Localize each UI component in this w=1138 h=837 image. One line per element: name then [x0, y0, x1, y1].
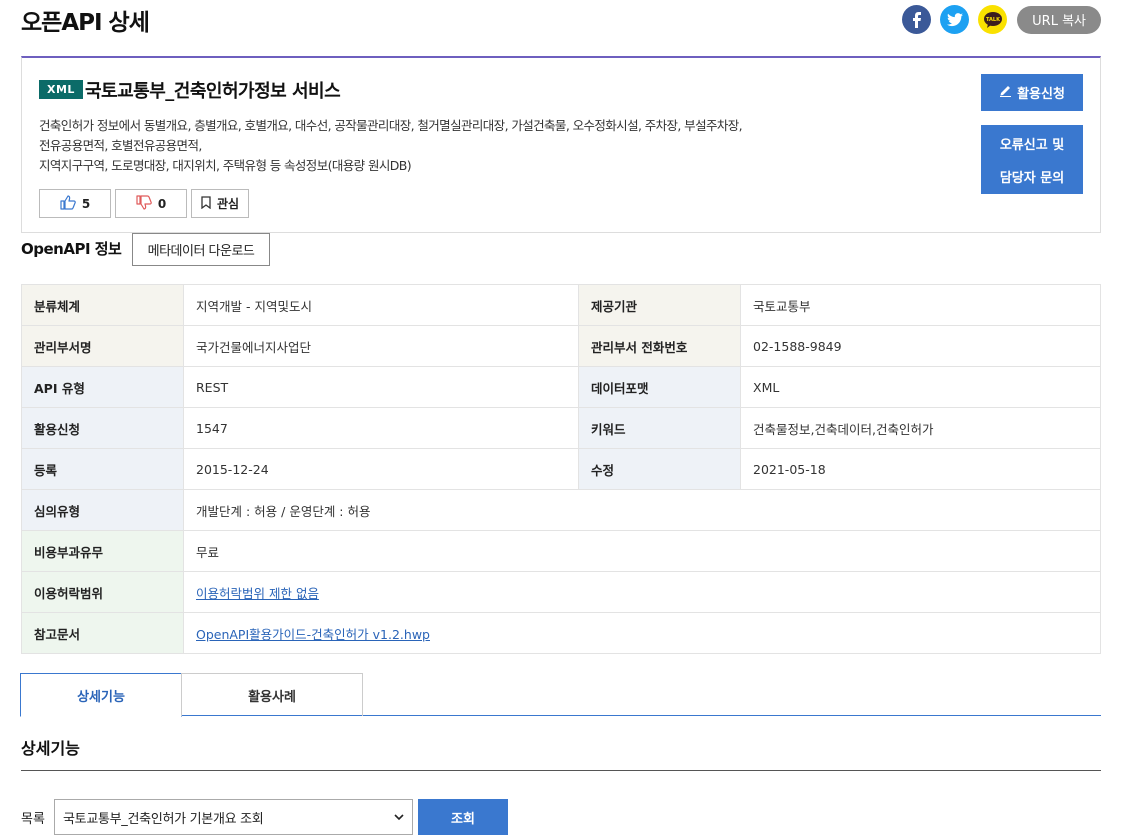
value-department-phone: 02-1588-9849 [740, 325, 1101, 367]
value-applications: 1547 [183, 407, 579, 449]
reaction-buttons: 5 0 관심 [39, 189, 249, 218]
page-title: 오픈API 상세 [21, 10, 150, 36]
value-api-type: REST [183, 366, 579, 408]
section-title: 상세기능 [21, 739, 80, 758]
bookmark-icon [201, 195, 211, 212]
description-line: 지역지구구역, 도로명대장, 대지위치, 주택유형 등 속성정보(대용량 원시D… [39, 158, 412, 173]
value-modified: 2021-05-18 [740, 448, 1101, 490]
table-row: API 유형 REST 데이터포맷 XML [21, 366, 1101, 408]
like-count: 5 [81, 196, 91, 211]
value-reference-cell: OpenAPI활용가이드-건축인허가 v1.2.hwp [183, 612, 1101, 654]
label-data-format: 데이터포맷 [578, 366, 741, 408]
table-row: 참고문서 OpenAPI활용가이드-건축인허가 v1.2.hwp [21, 612, 1101, 654]
operation-selected-value: 국토교통부_건축인허가 기본개요 조회 [63, 811, 264, 827]
twitter-icon[interactable] [940, 5, 970, 34]
format-badge: XML [39, 80, 83, 99]
label-modified: 수정 [578, 448, 741, 490]
value-license-cell: 이용허락범위 제한 없음 [183, 571, 1101, 613]
table-row: 비용부과유무 무료 [21, 530, 1101, 572]
label-review-type: 심의유형 [21, 489, 184, 531]
section-divider [21, 770, 1101, 771]
value-registered: 2015-12-24 [183, 448, 579, 490]
thumbs-up-icon [60, 194, 76, 213]
detail-tabs: 상세기능 활용사례 [20, 673, 1101, 717]
label-api-type: API 유형 [21, 366, 184, 408]
label-fee: 비용부과유무 [21, 530, 184, 572]
openapi-info-table: 분류체계 지역개발 - 지역및도시 제공기관 국토교통부 관리부서명 국가건물에… [21, 284, 1101, 654]
favorite-label: 관심 [216, 197, 240, 211]
value-category: 지역개발 - 지역및도시 [183, 284, 579, 326]
api-description: 건축인허가 정보에서 동별개요, 층별개요, 호별개요, 대수선, 공작물관리대… [39, 116, 879, 176]
like-button[interactable]: 5 [39, 189, 111, 218]
label-reference-doc: 참고문서 [21, 612, 184, 654]
query-button[interactable]: 조회 [418, 799, 508, 835]
value-provider: 국토교통부 [740, 284, 1101, 326]
url-copy-button[interactable]: URL 복사 [1017, 5, 1101, 34]
label-license: 이용허락범위 [21, 571, 184, 613]
description-line: 전유공용면적, 호별전유공용면적, [39, 138, 202, 153]
facebook-icon[interactable] [902, 5, 932, 34]
thumbs-down-icon [136, 194, 152, 213]
kakao-badge-text: TALK [986, 17, 1001, 23]
table-row: 심의유형 개발단계 : 허용 / 운영단계 : 허용 [21, 489, 1101, 531]
label-category: 분류체계 [21, 284, 184, 326]
description-line: 건축인허가 정보에서 동별개요, 층별개요, 호별개요, 대수선, 공작물관리대… [39, 118, 743, 133]
chevron-down-icon [394, 810, 404, 825]
report-label-line1: 오류신고 및 [999, 137, 1065, 153]
value-review-type: 개발단계 : 허용 / 운영단계 : 허용 [183, 489, 1101, 531]
label-provider: 제공기관 [578, 284, 741, 326]
value-keywords: 건축물정보,건축데이터,건축인허가 [740, 407, 1101, 449]
apply-button[interactable]: 활용신청 [981, 74, 1083, 111]
openapi-info-heading: OpenAPI 정보 [21, 240, 122, 258]
pencil-icon [999, 84, 1012, 101]
share-bar: TALK URL 복사 [902, 5, 1101, 34]
operation-select[interactable]: 국토교통부_건축인허가 기본개요 조회 [54, 799, 413, 835]
license-link[interactable]: 이용허락범위 제한 없음 [196, 586, 319, 601]
table-row: 분류체계 지역개발 - 지역및도시 제공기관 국토교통부 [21, 284, 1101, 326]
table-row: 관리부서명 국가건물에너지사업단 관리부서 전화번호 02-1588-9849 [21, 325, 1101, 367]
api-summary-box: XML 국토교통부_건축인허가정보 서비스 건축인허가 정보에서 동별개요, 층… [21, 56, 1101, 233]
table-row: 이용허락범위 이용허락범위 제한 없음 [21, 571, 1101, 613]
label-department-phone: 관리부서 전화번호 [578, 325, 741, 367]
tab-use-cases[interactable]: 활용사례 [181, 673, 363, 716]
label-department: 관리부서명 [21, 325, 184, 367]
dislike-count: 0 [157, 196, 167, 211]
apply-label: 활용신청 [1017, 87, 1065, 102]
table-row: 활용신청 1547 키워드 건축물정보,건축데이터,건축인허가 [21, 407, 1101, 449]
favorite-button[interactable]: 관심 [191, 189, 249, 218]
report-label-line2: 담당자 문의 [999, 170, 1065, 186]
tab-detail-functions[interactable]: 상세기능 [20, 673, 182, 717]
api-title: 국토교통부_건축인허가정보 서비스 [85, 81, 341, 102]
kakaotalk-icon[interactable]: TALK [978, 5, 1008, 34]
value-fee: 무료 [183, 530, 1101, 572]
value-department: 국가건물에너지사업단 [183, 325, 579, 367]
table-row: 등록 2015-12-24 수정 2021-05-18 [21, 448, 1101, 490]
operation-list-label: 목록 [21, 812, 45, 827]
reference-doc-link[interactable]: OpenAPI활용가이드-건축인허가 v1.2.hwp [196, 627, 430, 642]
metadata-download-button[interactable]: 메타데이터 다운로드 [132, 233, 270, 266]
dislike-button[interactable]: 0 [115, 189, 187, 218]
value-data-format: XML [740, 366, 1101, 408]
label-applications: 활용신청 [21, 407, 184, 449]
label-registered: 등록 [21, 448, 184, 490]
report-contact-button[interactable]: 오류신고 및 담당자 문의 [981, 125, 1083, 194]
label-keywords: 키워드 [578, 407, 741, 449]
